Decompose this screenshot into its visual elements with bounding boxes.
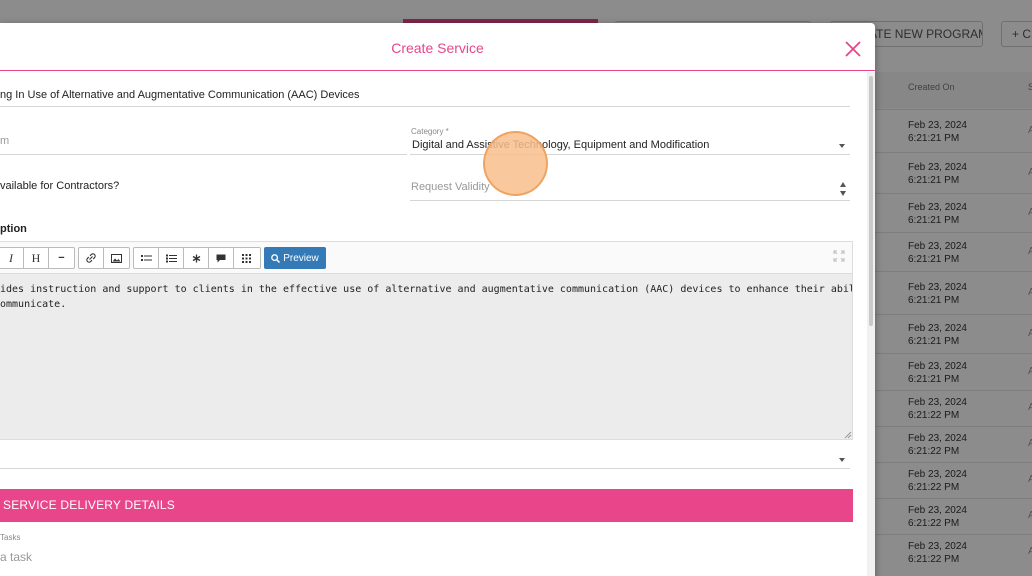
fullscreen-icon[interactable] [833, 250, 845, 262]
preview-button[interactable]: Preview [264, 247, 326, 269]
quote-icon[interactable] [209, 248, 234, 268]
italic-button[interactable]: I [0, 248, 24, 268]
modal-scrollbar[interactable] [867, 72, 875, 576]
modal-header: Create Service [0, 23, 875, 71]
select-underline[interactable] [0, 468, 850, 469]
left-field-underline [0, 154, 407, 155]
description-line-1: ides instruction and support to clients … [0, 284, 853, 295]
description-label: ption [0, 223, 27, 235]
link-icon[interactable] [79, 248, 104, 268]
available-for-contractors-label: vailable for Contractors? [0, 180, 120, 192]
horizontal-rule-button[interactable]: − [49, 248, 74, 268]
toolbar-text-group: I H − [0, 247, 75, 269]
create-service-modal: Create Service ng In Use of Alternative … [0, 23, 875, 576]
request-validity-underline [410, 200, 850, 201]
bulleted-list-icon[interactable] [134, 248, 159, 268]
editor-toolbar: I H − Preview [0, 241, 853, 274]
image-icon[interactable] [104, 248, 129, 268]
click-indicator [483, 131, 548, 196]
select-dropdown-icon[interactable] [839, 458, 845, 462]
resize-handle-icon[interactable] [843, 430, 852, 439]
tasks-label: Tasks [0, 533, 21, 542]
request-validity-spinner-icon[interactable] [840, 182, 848, 198]
search-icon [271, 253, 281, 263]
description-editor[interactable]: ides instruction and support to clients … [0, 274, 853, 440]
service-delivery-details-header: SERVICE DELIVERY DETAILS [0, 489, 853, 522]
preview-label: Preview [283, 252, 319, 264]
category-select[interactable]: Digital and Assistive Technology, Equipm… [412, 139, 709, 151]
table-icon[interactable] [234, 248, 259, 268]
category-label: Category * [411, 127, 449, 136]
add-task-input[interactable]: a task [0, 550, 32, 564]
close-icon[interactable] [842, 38, 864, 60]
left-field-input[interactable]: m [0, 135, 9, 147]
category-underline [410, 154, 850, 155]
toolbar-insert-group [78, 247, 130, 269]
service-name-underline [0, 106, 850, 107]
toolbar-block-group [133, 247, 261, 269]
request-validity-input[interactable]: Request Validity [411, 181, 490, 193]
scrollbar-thumb[interactable] [869, 76, 873, 326]
description-line-2: ommunicate. [0, 299, 67, 310]
modal-title: Create Service [391, 40, 484, 56]
service-name-input[interactable]: ng In Use of Alternative and Augmentativ… [0, 89, 360, 101]
code-icon[interactable] [184, 248, 209, 268]
numbered-list-icon[interactable] [159, 248, 184, 268]
heading-button[interactable]: H [24, 248, 49, 268]
category-dropdown-icon[interactable] [839, 144, 845, 148]
